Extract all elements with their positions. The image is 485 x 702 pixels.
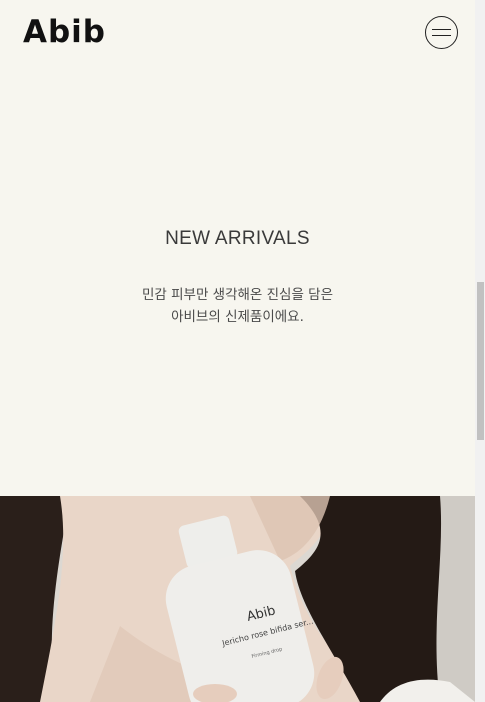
- hamburger-icon: [432, 29, 451, 31]
- hamburger-icon-line: [432, 35, 451, 37]
- product-photo[interactable]: Abib Jericho rose bifida ser... Firming …: [0, 496, 475, 702]
- section-title: NEW ARRIVALS: [165, 228, 310, 249]
- scrollbar-thumb[interactable]: [477, 282, 484, 440]
- description-line-1: 민감 피부만 생각해온 진심을 담은: [141, 287, 334, 303]
- menu-button[interactable]: [425, 16, 458, 49]
- brand-logo[interactable]: Abib: [23, 14, 106, 50]
- description-line-2: 아비브의 신제품이에요.: [171, 309, 304, 325]
- section-description: 민감 피부만 생각해온 진심을 담은 아비브의 신제품이에요.: [0, 284, 475, 328]
- site-header: Abib: [0, 0, 475, 70]
